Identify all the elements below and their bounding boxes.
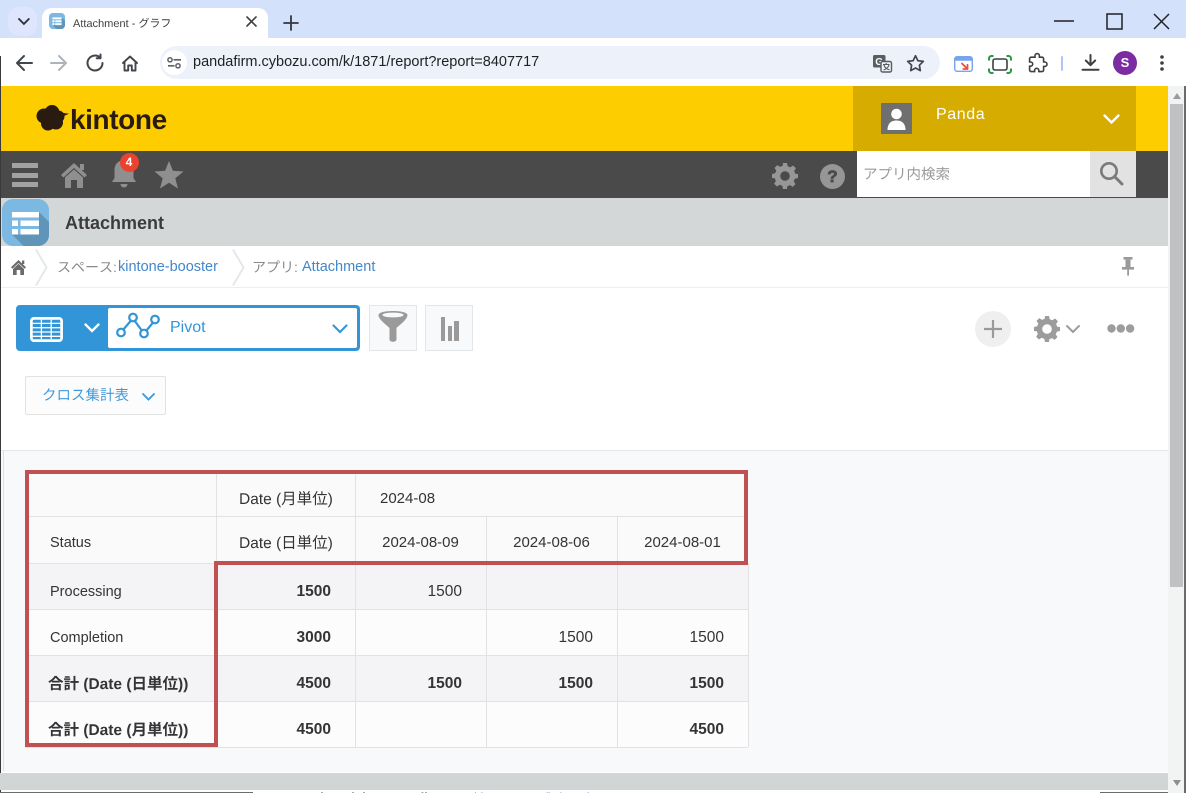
svg-text:kintone: kintone xyxy=(70,104,167,135)
